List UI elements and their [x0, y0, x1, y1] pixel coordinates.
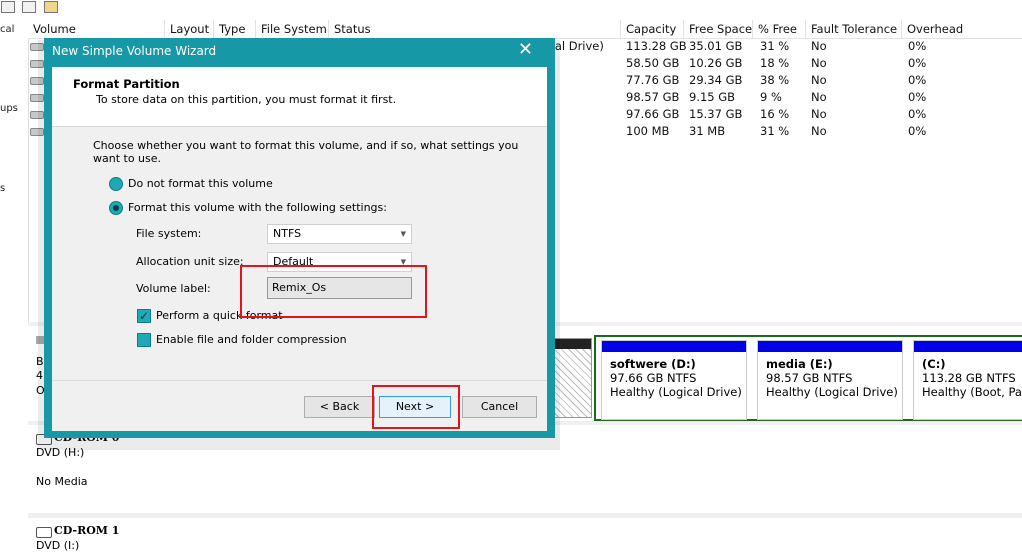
capacity-cell: 58.50 GB [626, 56, 680, 70]
partition-d[interactable]: softwere (D:) 97.66 GB NTFS Healthy (Log… [601, 340, 747, 420]
overhead-cell: 0% [908, 39, 927, 53]
capacity-cell: 77.76 GB [626, 73, 680, 87]
wizard-header: Format Partition To store data on this p… [52, 67, 547, 127]
console-tree: cal ups s [0, 20, 29, 547]
toolbar-icon[interactable] [1, 1, 15, 13]
fault-tolerance-cell: No [811, 107, 827, 121]
allocation-unit-label: Allocation unit size: [136, 255, 244, 268]
partition-e[interactable]: media (E:) 98.57 GB NTFS Healthy (Logica… [757, 340, 903, 420]
partition-size: 113.28 GB NTFS [922, 371, 1016, 385]
cdrom-1-area [120, 518, 1022, 547]
capacity-cell: 113.28 GB [626, 39, 687, 53]
tree-fragment: ups [0, 103, 18, 114]
cancel-button[interactable]: Cancel [462, 396, 537, 418]
fault-tolerance-cell: No [811, 73, 827, 87]
fault-tolerance-cell: No [811, 124, 827, 138]
new-simple-volume-wizard: New Simple Volume Wizard ✕ Format Partit… [44, 38, 555, 438]
percent-free-cell: 16 % [760, 107, 790, 121]
highlight-next-button [372, 385, 460, 429]
quick-format-checkbox[interactable]: ✓ [137, 309, 151, 323]
capacity-cell: 97.66 GB [626, 107, 680, 121]
overhead-cell: 0% [908, 56, 927, 70]
partition-bar [758, 341, 902, 352]
cdrom-media: No Media [36, 475, 88, 488]
capacity-cell: 100 MB [626, 124, 670, 138]
tree-fragment: cal [0, 24, 15, 35]
column-layout[interactable]: Layout [164, 20, 213, 38]
partition-status: Healthy (Logical Drive) [766, 385, 898, 399]
compression-checkbox[interactable] [137, 333, 151, 347]
partition-name: (C:) [922, 357, 946, 371]
dialog-body: Format Partition To store data on this p… [52, 67, 547, 431]
percent-free-cell: 31 % [760, 39, 790, 53]
column-overhead[interactable]: Overhead [901, 20, 1022, 38]
partition-bar [602, 341, 746, 352]
partition-size: 97.66 GB NTFS [610, 371, 697, 385]
file-system-label: File system: [136, 227, 202, 240]
column-fault-tolerance[interactable]: Fault Tolerance [805, 20, 901, 38]
file-system-select[interactable]: NTFS ▼ [267, 224, 412, 244]
partition-status: Healthy (Logical Drive) [610, 385, 742, 399]
overhead-cell: 0% [908, 90, 927, 104]
button-separator [52, 380, 547, 381]
highlight-volume-label [240, 265, 427, 318]
percent-free-cell: 9 % [760, 90, 782, 104]
toolbar [0, 0, 1022, 20]
column-file-system[interactable]: File System [255, 20, 328, 38]
percent-free-cell: 18 % [760, 56, 790, 70]
column-capacity[interactable]: Capacity [620, 20, 683, 38]
page-title: Format Partition [73, 77, 180, 91]
close-icon[interactable]: ✕ [518, 39, 533, 60]
properties-icon[interactable] [22, 1, 36, 13]
partition-name: media (E:) [766, 357, 833, 371]
page-subtitle: To store data on this partition, you mus… [96, 93, 397, 106]
cdrom-1-label[interactable]: CD-ROM 1 DVD (I:) [28, 518, 121, 552]
free-space-cell: 15.37 GB [689, 107, 743, 121]
partition-size: 98.57 GB NTFS [766, 371, 853, 385]
partition-c[interactable]: (C:) 113.28 GB NTFS Healthy (Boot, Page [913, 340, 1022, 420]
column-type[interactable]: Type [213, 20, 255, 38]
partition-bar [914, 341, 1022, 352]
instructions-text: Choose whether you want to format this v… [93, 139, 519, 165]
help-icon[interactable] [44, 1, 58, 13]
column-volume[interactable]: Volume [28, 20, 166, 38]
free-space-cell: 35.01 GB [689, 39, 743, 53]
fault-tolerance-cell: No [811, 90, 827, 104]
volume-label-label: Volume label: [136, 282, 211, 295]
format-volume-radio[interactable] [109, 201, 123, 215]
free-space-cell: 9.15 GB [689, 90, 736, 104]
column-free-space[interactable]: Free Space [683, 20, 752, 38]
column-status[interactable]: Status [328, 20, 620, 38]
tree-fragment: s [0, 183, 6, 194]
fault-tolerance-cell: No [811, 56, 827, 70]
dropdown-arrow-icon: ▼ [400, 230, 406, 238]
percent-free-cell: 38 % [760, 73, 790, 87]
do-not-format-label[interactable]: Do not format this volume [128, 177, 273, 190]
capacity-cell: 98.57 GB [626, 90, 680, 104]
format-volume-label[interactable]: Format this volume with the following se… [128, 201, 387, 214]
dialog-title: New Simple Volume Wizard [52, 44, 217, 58]
partition-status: Healthy (Boot, Page [922, 385, 1022, 399]
free-space-cell: 31 MB [689, 124, 726, 138]
do-not-format-radio[interactable] [109, 177, 123, 191]
file-system-value: NTFS [273, 227, 302, 240]
percent-free-cell: 31 % [760, 124, 790, 138]
partition-name: softwere (D:) [610, 357, 696, 371]
cdrom-title: CD-ROM 1 [54, 524, 120, 537]
column-percent-free[interactable]: % Free [752, 20, 805, 38]
overhead-cell: 0% [908, 124, 927, 138]
back-button[interactable]: < Back [304, 396, 375, 418]
compression-label[interactable]: Enable file and folder compression [156, 333, 347, 346]
fault-tolerance-cell: No [811, 39, 827, 53]
free-space-cell: 29.34 GB [689, 73, 743, 87]
cdrom-drive: DVD (I:) [36, 539, 80, 552]
overhead-cell: 0% [908, 73, 927, 87]
overhead-cell: 0% [908, 107, 927, 121]
free-space-cell: 10.26 GB [689, 56, 743, 70]
cdrom-icon [36, 527, 52, 538]
volume-table-header: Volume Layout Type File System Status Ca… [28, 20, 1022, 39]
